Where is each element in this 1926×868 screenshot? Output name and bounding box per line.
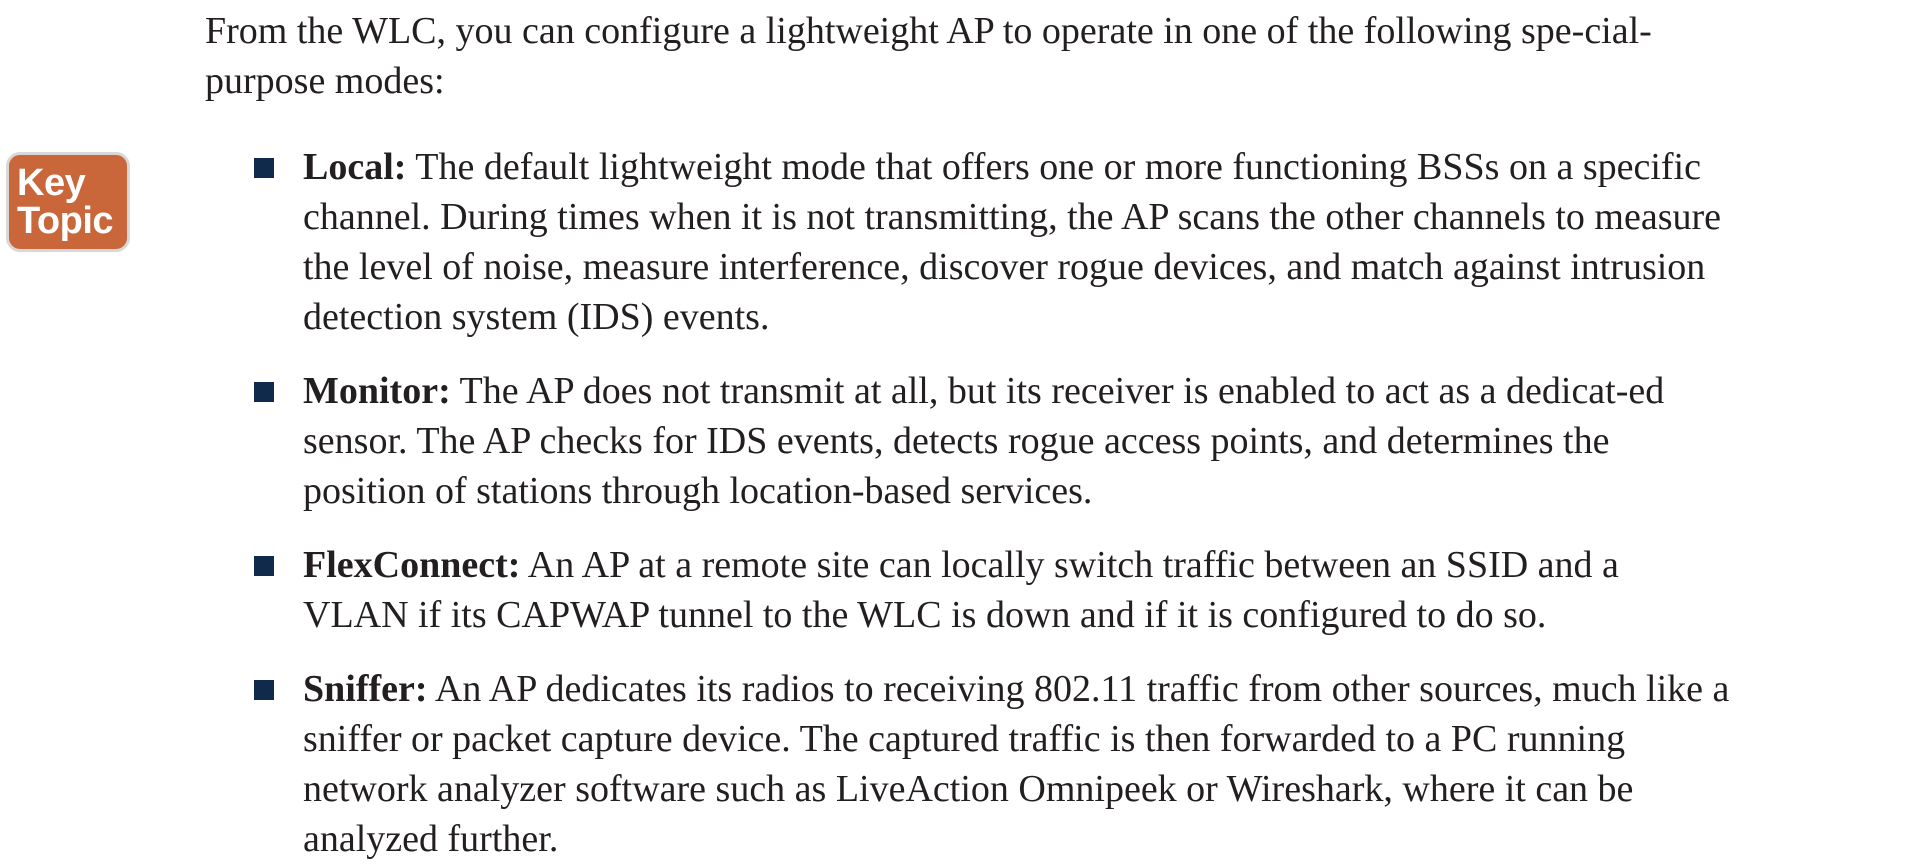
bullet-marker: [254, 556, 274, 576]
mode-term: Local:: [303, 146, 407, 188]
mode-term: Sniffer:: [303, 668, 428, 710]
bullet-marker: [254, 382, 274, 402]
bullet-marker: [254, 680, 274, 700]
mode-description: An AP dedicates its radios to receiving …: [303, 668, 1730, 860]
key-topic-line2: Topic: [17, 200, 114, 242]
bullet-marker: [254, 158, 274, 178]
list-item-flexconnect: FlexConnect: An AP at a remote site can …: [303, 540, 1733, 640]
list-item-monitor: Monitor: The AP does not transmit at all…: [303, 366, 1733, 516]
mode-term: Monitor:: [303, 370, 451, 412]
list-item-local: Local: The default lightweight mode that…: [303, 142, 1733, 342]
intro-paragraph: From the WLC, you can configure a lightw…: [205, 10, 1652, 102]
list-item-sniffer: Sniffer: An AP dedicates its radios to r…: [303, 664, 1733, 864]
key-topic-badge: Key Topic: [6, 152, 130, 252]
mode-term: FlexConnect:: [303, 544, 521, 586]
mode-description: The AP does not transmit at all, but its…: [303, 370, 1665, 512]
key-topic-line1: Key: [17, 162, 86, 204]
mode-description: The default lightweight mode that offers…: [303, 146, 1722, 338]
